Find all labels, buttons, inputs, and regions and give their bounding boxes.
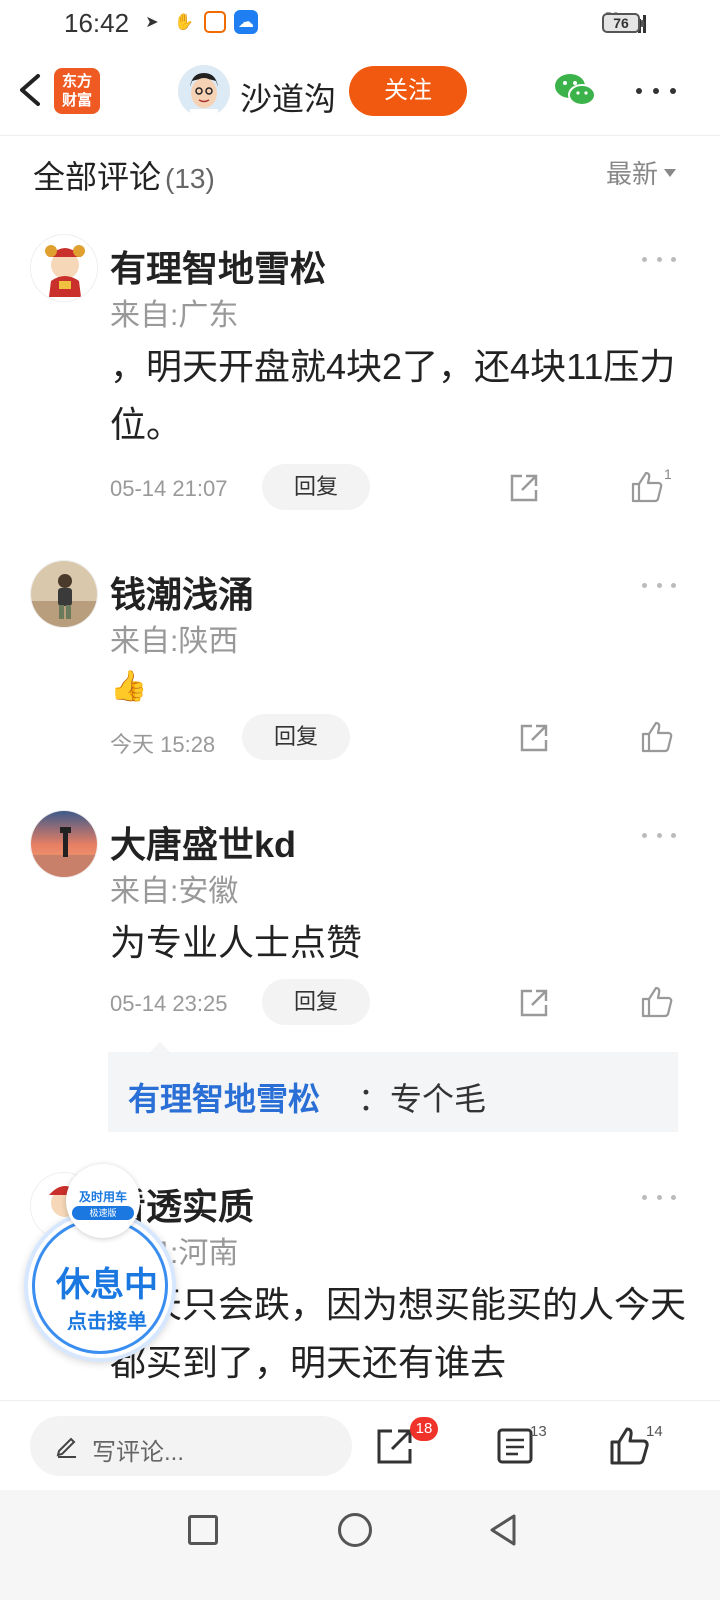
likes-count-label: 14	[646, 1423, 663, 1440]
recent-apps-button[interactable]	[188, 1515, 218, 1545]
write-comment-input[interactable]: 写评论...	[30, 1416, 352, 1476]
commenter-avatar[interactable]	[30, 560, 98, 628]
battery-icon: 76	[602, 13, 644, 33]
hand-icon: ✋	[174, 14, 194, 31]
like-icon[interactable]	[640, 720, 674, 754]
comments-count: (13)	[165, 163, 215, 194]
comments-count-label: 13	[530, 1423, 547, 1440]
share-icon[interactable]	[508, 472, 540, 504]
wechat-share-icon[interactable]	[552, 70, 598, 110]
commenter-location: 来自:广东	[110, 299, 239, 332]
chevron-down-icon	[664, 169, 676, 177]
reply-button[interactable]: 回复	[242, 714, 350, 760]
comment-more-button[interactable]	[642, 580, 676, 590]
comment-text: ，明天开盘就4块2了，还4块11压力位。	[110, 346, 676, 445]
floating-app-logo: 及时用车 极速版	[66, 1164, 140, 1238]
comment-time: 今天 15:28	[110, 732, 216, 757]
author-avatar[interactable]	[178, 65, 230, 117]
comment-more-button[interactable]	[642, 254, 676, 264]
like-icon[interactable]	[630, 470, 664, 504]
system-back-button[interactable]	[486, 1512, 518, 1548]
commenter-name[interactable]: 钱潮浅涌	[110, 566, 254, 618]
floating-status: 休息中	[56, 1266, 158, 1304]
bottom-action-bar: 写评论... 18 13 14	[0, 1400, 720, 1490]
commenter-avatar[interactable]	[30, 810, 98, 878]
pencil-icon	[56, 1437, 76, 1458]
floating-ride-badge[interactable]: 休息中 点击接单 及时用车 极速版	[24, 1164, 176, 1362]
comment-time: 05-14 21:07	[110, 476, 228, 501]
follow-button[interactable]: 关注	[349, 66, 467, 116]
comment-text: 👍	[110, 670, 148, 703]
status-notification-icons: ➤ ✋ ☁	[140, 10, 258, 34]
commenter-location: 来自:陕西	[110, 625, 239, 658]
comment-more-button[interactable]	[642, 1192, 676, 1202]
reply-text: ：专个毛	[358, 1081, 487, 1117]
status-time: 16:42	[64, 8, 130, 38]
share-icon[interactable]	[518, 987, 550, 1019]
status-bar: 16:42 ➤ ✋ ☁ 5G 4G 76	[0, 0, 720, 50]
comment-text: 明天只会跌，因为想买能买的人今天都买到了，明天还有谁去	[110, 1284, 687, 1383]
home-button[interactable]	[338, 1513, 372, 1547]
like-count: 1	[664, 466, 672, 482]
share-icon[interactable]	[518, 722, 550, 754]
commenter-name[interactable]: 有理智地雪松	[110, 240, 326, 292]
app-notification-icon	[204, 11, 226, 33]
app-logo[interactable]: 东方 财富	[54, 68, 100, 114]
comment-time: 05-14 23:25	[110, 991, 228, 1016]
weather-app-icon: ☁	[234, 10, 258, 34]
sort-dropdown[interactable]: 最新	[606, 154, 676, 191]
floating-badge-ring: 休息中 点击接单	[32, 1218, 168, 1354]
like-icon[interactable]	[640, 985, 674, 1019]
reply-button[interactable]: 回复	[262, 979, 370, 1025]
comment-more-button[interactable]	[642, 830, 676, 840]
commenter-location: 来自:安徽	[110, 875, 239, 908]
nested-reply[interactable]: 有理智地雪松 ：专个毛	[108, 1042, 678, 1132]
system-nav-bar	[0, 1490, 720, 1600]
write-comment-placeholder: 写评论...	[92, 1439, 185, 1466]
share-count-badge: 18	[410, 1417, 438, 1441]
floating-action: 点击接单	[67, 1311, 147, 1333]
back-button[interactable]	[14, 70, 50, 110]
like-icon[interactable]	[608, 1425, 650, 1467]
location-arrow-icon: ➤	[145, 14, 159, 31]
author-name[interactable]: 沙道沟	[240, 74, 336, 120]
article-header: 东方 财富 沙道沟 关注	[0, 50, 720, 136]
commenter-avatar[interactable]	[30, 234, 98, 302]
comment-text: 为专业人士点赞	[110, 922, 363, 963]
reply-username[interactable]: 有理智地雪松	[128, 1074, 320, 1120]
commenter-name[interactable]: 大唐盛世kd	[110, 816, 296, 868]
reply-button[interactable]: 回复	[262, 464, 370, 510]
more-options-button[interactable]	[636, 76, 676, 106]
comments-section-title: 全部评论 (13)	[33, 159, 215, 195]
